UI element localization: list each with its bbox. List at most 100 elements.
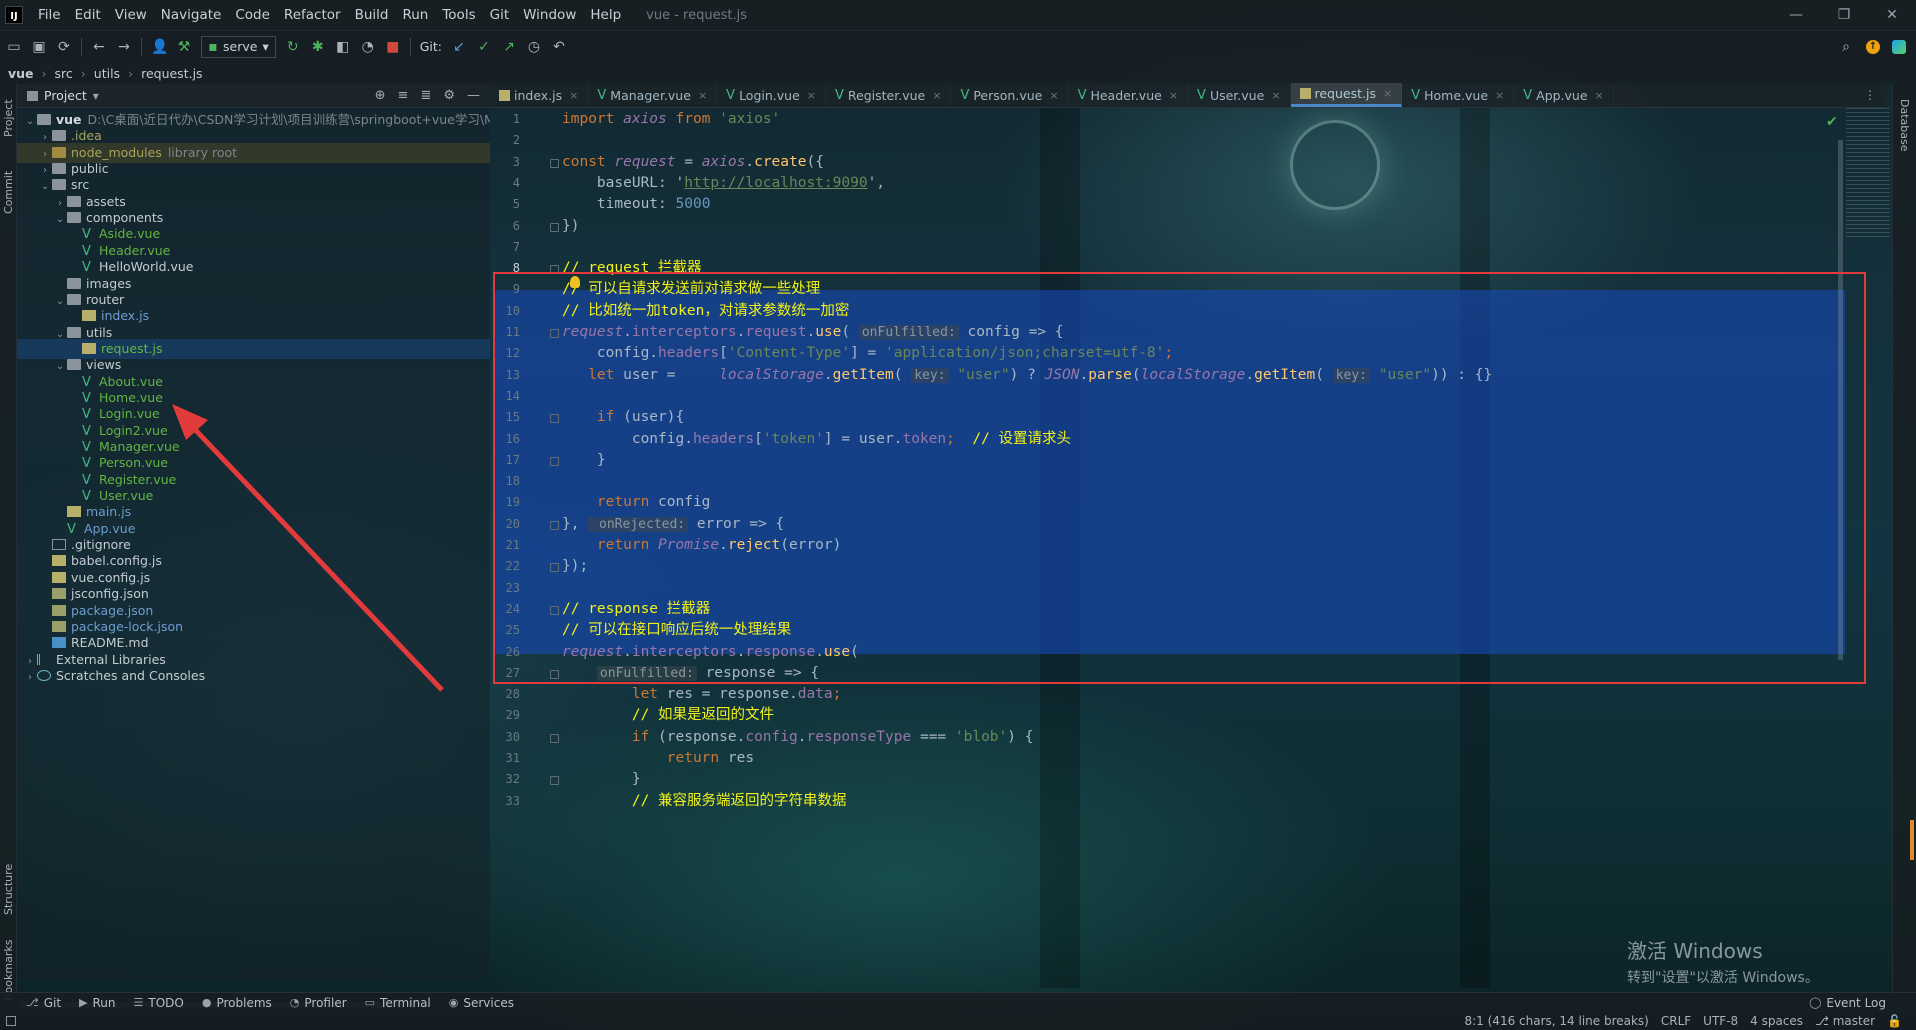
tool-profiler[interactable]: ◔ Profiler: [290, 996, 347, 1010]
close-tab-icon[interactable]: ×: [1383, 87, 1392, 100]
code-minimap[interactable]: [1846, 108, 1890, 238]
fold-marker-icon[interactable]: [550, 669, 559, 679]
editor-tab[interactable]: request.js ×: [1290, 83, 1403, 107]
close-tab-icon[interactable]: ×: [1495, 89, 1504, 102]
code-editor[interactable]: import axios from 'axios' const request =…: [562, 108, 1842, 963]
project-panel-title[interactable]: Project: [44, 88, 87, 103]
close-tab-icon[interactable]: ×: [932, 89, 941, 102]
git-rollback-icon[interactable]: ↶: [551, 39, 567, 55]
line-number[interactable]: 33: [490, 788, 520, 814]
chevron-right-icon[interactable]: ›: [23, 668, 37, 688]
close-tab-icon[interactable]: ×: [698, 89, 707, 102]
editor-tab[interactable]: V Register.vue ×: [826, 83, 951, 107]
editor-tab[interactable]: V Home.vue ×: [1402, 83, 1514, 107]
menu-file[interactable]: File: [31, 0, 68, 30]
tool-todo[interactable]: ☰ TODO: [134, 996, 184, 1010]
run-config-select[interactable]: ▪ serve ▾: [201, 35, 276, 58]
breadcrumb-item[interactable]: vue: [8, 66, 34, 81]
tree-item[interactable]: › Scratches and Consoles: [17, 666, 490, 686]
commit-tool-tab[interactable]: Commit: [0, 162, 17, 222]
code-line[interactable]: let user = localStorage.getItem( key: "u…: [562, 362, 1492, 388]
minimize-icon[interactable]: —: [1772, 7, 1820, 23]
update-icon[interactable]: ↑: [1866, 39, 1880, 54]
caret-position[interactable]: 8:1 (416 chars, 14 line breaks): [1465, 1014, 1649, 1028]
stop-icon[interactable]: ■: [385, 39, 401, 55]
expand-all-icon[interactable]: ≡: [398, 88, 409, 103]
gear-icon[interactable]: ⚙: [443, 88, 455, 103]
code-line[interactable]: return Promise.reject(error): [562, 532, 841, 558]
rerun-icon[interactable]: ↻: [285, 39, 301, 55]
close-icon[interactable]: ✕: [1868, 7, 1916, 23]
fold-marker-icon[interactable]: [550, 733, 559, 743]
fold-marker-icon[interactable]: [550, 520, 559, 530]
profile-icon[interactable]: ◔: [360, 39, 376, 55]
indent-setting[interactable]: 4 spaces: [1750, 1014, 1803, 1028]
menu-code[interactable]: Code: [228, 0, 277, 30]
fold-marker-icon[interactable]: [550, 605, 559, 615]
code-line[interactable]: }: [562, 447, 606, 473]
menu-help[interactable]: Help: [583, 0, 628, 30]
close-tab-icon[interactable]: ×: [1169, 89, 1178, 102]
editor-tab[interactable]: V Person.vue ×: [951, 83, 1068, 107]
close-tab-icon[interactable]: ×: [569, 89, 578, 102]
intention-bulb-icon[interactable]: [570, 276, 580, 288]
jetbrains-icon[interactable]: [1892, 39, 1906, 54]
editor-scrollbar[interactable]: [1838, 140, 1843, 660]
fold-marker-icon[interactable]: [550, 414, 559, 424]
collapse-all-icon[interactable]: ≣: [420, 88, 431, 103]
menu-build[interactable]: Build: [348, 0, 396, 30]
fold-marker-icon[interactable]: [550, 222, 559, 232]
save-all-icon[interactable]: ▣: [31, 39, 47, 55]
editor-tab[interactable]: V Login.vue ×: [717, 83, 826, 107]
hide-icon[interactable]: —: [467, 88, 480, 103]
menu-view[interactable]: View: [108, 0, 154, 30]
breadcrumb-item[interactable]: utils: [94, 66, 120, 81]
menu-tools[interactable]: Tools: [435, 0, 482, 30]
fold-marker-icon[interactable]: [550, 329, 559, 338]
structure-tool-tab[interactable]: Structure: [0, 854, 17, 924]
git-push-icon[interactable]: ↗: [501, 39, 517, 55]
menu-refactor[interactable]: Refactor: [277, 0, 348, 30]
more-tabs-icon[interactable]: ⋮: [1854, 83, 1886, 107]
close-tab-icon[interactable]: ×: [1049, 89, 1058, 102]
locate-icon[interactable]: ⊕: [375, 88, 386, 103]
menu-run[interactable]: Run: [395, 0, 435, 30]
search-icon[interactable]: ⌕: [1838, 39, 1854, 55]
code-line[interactable]: config.headers['token'] = user.token; //…: [562, 426, 1071, 452]
editor-tab[interactable]: V Header.vue ×: [1069, 83, 1188, 107]
editor-tab[interactable]: index.js ×: [490, 83, 588, 107]
close-tab-icon[interactable]: ×: [1271, 89, 1280, 102]
menu-edit[interactable]: Edit: [68, 0, 108, 30]
restore-icon[interactable]: ❐: [1820, 7, 1868, 23]
menu-window[interactable]: Window: [516, 0, 583, 30]
code-line[interactable]: timeout: 5000: [562, 191, 711, 217]
tool-services[interactable]: ◉ Services: [449, 996, 514, 1010]
fold-marker-icon[interactable]: [550, 158, 559, 168]
line-separator[interactable]: CRLF: [1661, 1014, 1691, 1028]
editor-tab[interactable]: V User.vue ×: [1188, 83, 1290, 107]
event-log[interactable]: ◯ Event Log: [1809, 996, 1916, 1010]
tool-run[interactable]: ▶ Run: [79, 996, 115, 1010]
layout-toggle-icon[interactable]: [6, 1016, 16, 1026]
build-hammer-icon[interactable]: ⚒: [176, 39, 192, 55]
code-line[interactable]: // 兼容服务端返回的字符串数据: [562, 788, 847, 814]
menu-navigate[interactable]: Navigate: [154, 0, 229, 30]
debug-icon[interactable]: ✱: [310, 39, 326, 55]
fold-marker-icon[interactable]: [550, 563, 559, 573]
lock-icon[interactable]: 🔓: [1887, 1014, 1902, 1028]
git-branch[interactable]: ⎇ master: [1815, 1014, 1875, 1028]
project-tool-tab[interactable]: Project: [0, 88, 17, 148]
tool-terminal[interactable]: ▭ Terminal: [365, 996, 431, 1010]
file-encoding[interactable]: UTF-8: [1703, 1014, 1738, 1028]
forward-icon[interactable]: →: [116, 39, 132, 55]
coverage-icon[interactable]: ◧: [335, 39, 351, 55]
sync-icon[interactable]: ⟳: [56, 39, 72, 55]
editor-tab[interactable]: V App.vue ×: [1514, 83, 1614, 107]
chevron-down-icon[interactable]: ▾: [93, 89, 99, 103]
git-update-icon[interactable]: ↙: [451, 39, 467, 55]
user-icon[interactable]: 👤: [151, 39, 168, 55]
no-problems-check-icon[interactable]: ✔: [1826, 114, 1838, 130]
tool-git[interactable]: ⎇ Git: [26, 996, 61, 1010]
code-line[interactable]: }): [562, 213, 579, 239]
code-line[interactable]: import axios from 'axios': [562, 106, 780, 132]
